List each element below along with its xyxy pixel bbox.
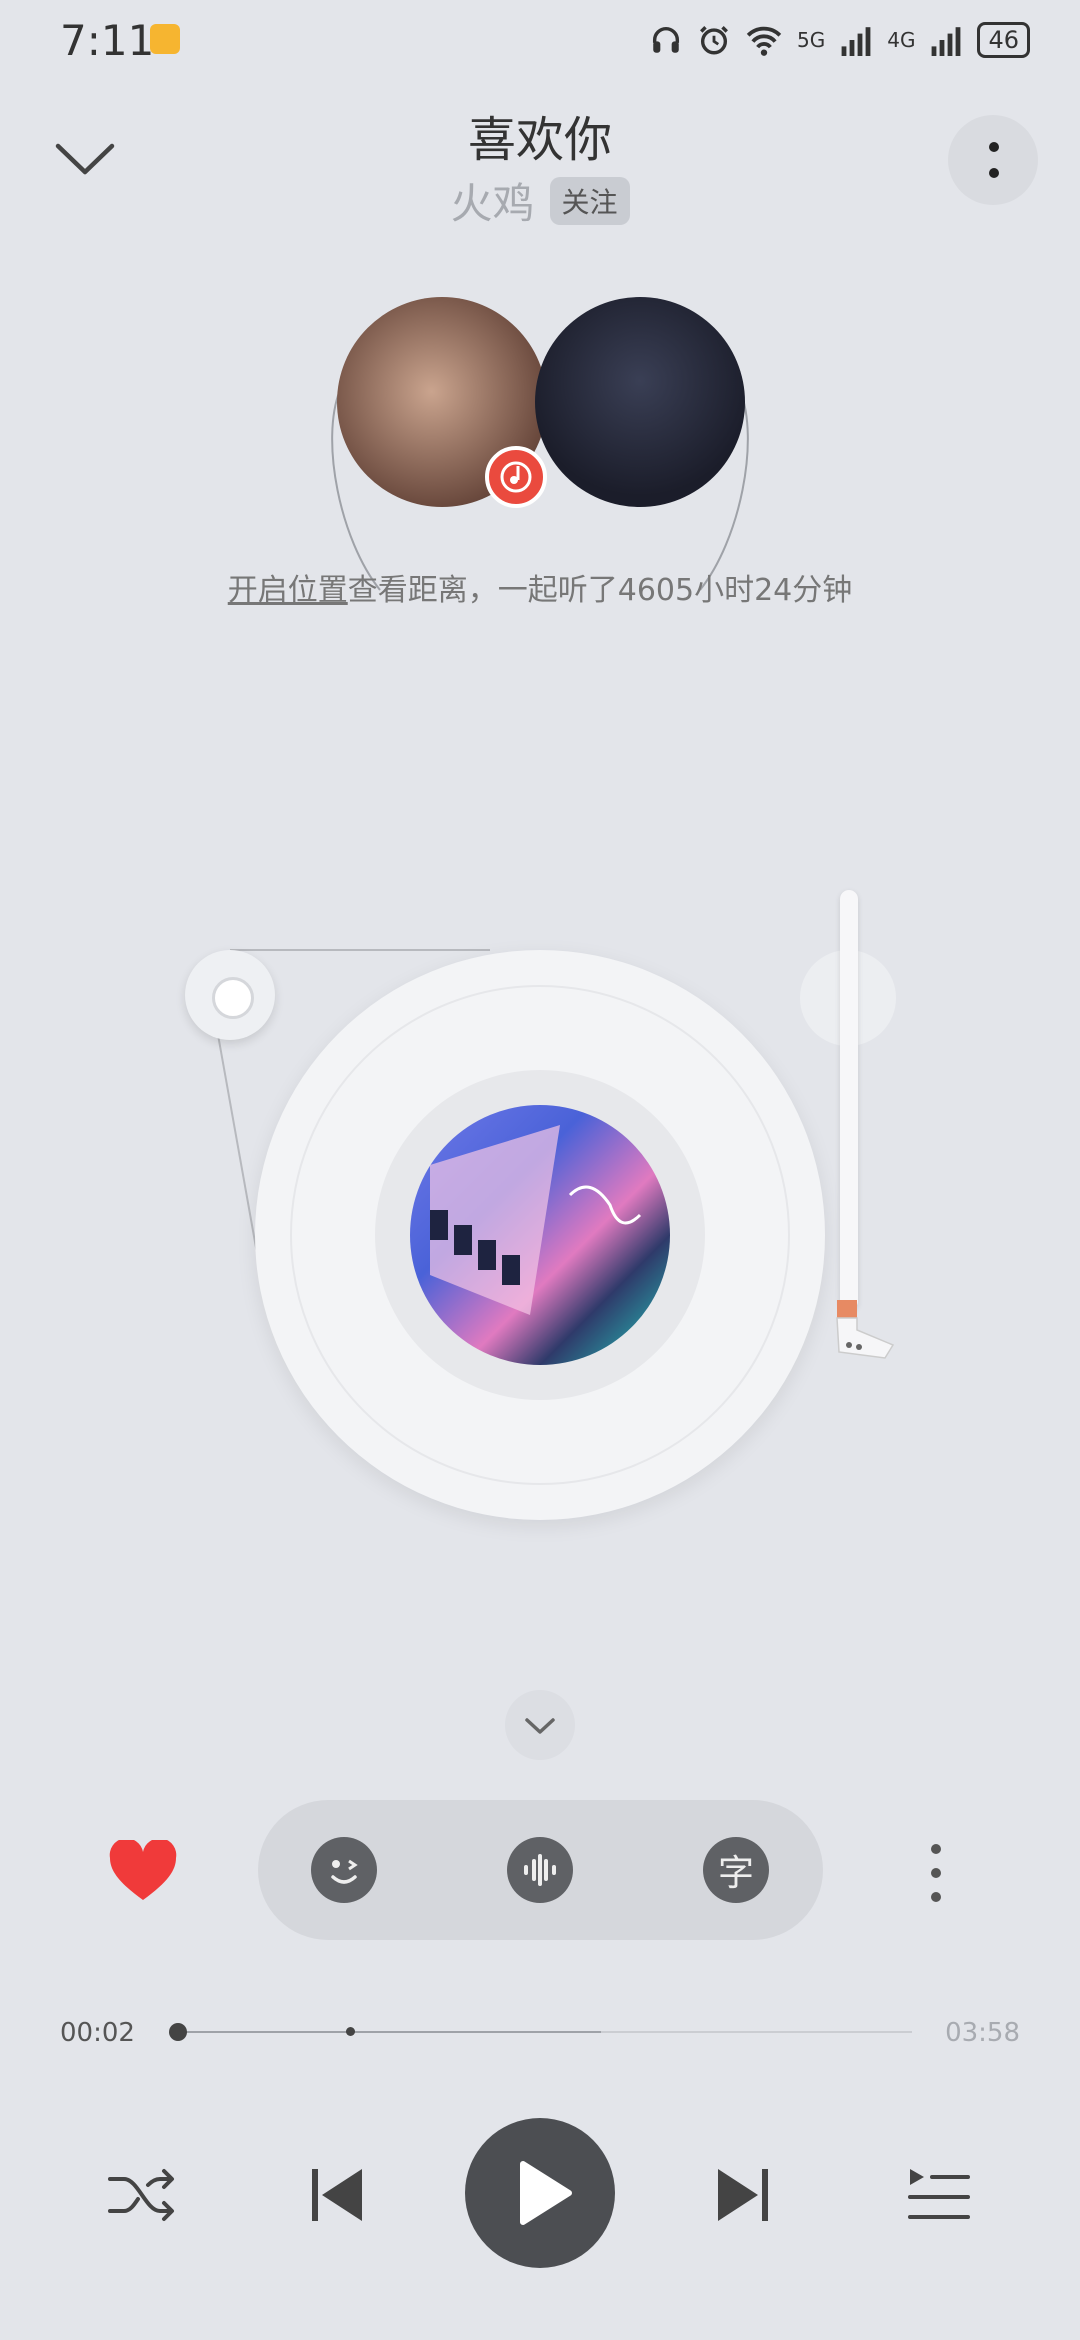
shuffle-icon[interactable] xyxy=(102,2155,182,2235)
signal-icon-2 xyxy=(932,27,961,56)
like-heart-icon[interactable] xyxy=(108,1840,178,1904)
signal-icon xyxy=(841,27,871,56)
headphones-icon xyxy=(652,27,680,53)
wifi-icon xyxy=(746,26,782,56)
emoji-face-button[interactable] xyxy=(311,1837,377,1903)
listen-duration-text: 查看距离，一起听了4605小时24分钟 xyxy=(347,573,853,608)
tonearm[interactable] xyxy=(840,890,858,1310)
alarm-icon xyxy=(700,26,728,55)
dot xyxy=(989,168,999,178)
artist-row: 火鸡 关注 xyxy=(0,170,1080,231)
dot xyxy=(931,1868,941,1878)
dot xyxy=(931,1892,941,1902)
play-button[interactable] xyxy=(465,2118,615,2268)
more-actions-button[interactable] xyxy=(926,1840,946,1906)
tonearm-head xyxy=(836,1300,895,1359)
previous-icon[interactable] xyxy=(298,2155,378,2235)
app-notification-icon xyxy=(150,24,180,54)
enable-location-link[interactable]: 开启位置 xyxy=(228,573,348,608)
progress-buffer xyxy=(172,2031,602,2033)
friend-avatar[interactable] xyxy=(535,297,745,507)
network-4g-label: 4G xyxy=(887,28,916,52)
next-icon[interactable] xyxy=(702,2155,782,2235)
progress-knob[interactable] xyxy=(168,2023,187,2041)
current-time: 00:02 xyxy=(60,2018,135,2048)
dot xyxy=(931,1844,941,1854)
listen-together-text: 开启位置查看距离，一起听了4605小时24分钟 xyxy=(0,565,1080,609)
expand-lyrics-button[interactable] xyxy=(505,1690,575,1760)
artist-name[interactable]: 火鸡 xyxy=(450,179,534,228)
dot xyxy=(989,142,999,152)
progress-marker xyxy=(345,2027,355,2036)
sound-effect-button[interactable] xyxy=(507,1837,573,1903)
music-note-icon xyxy=(485,446,547,508)
status-time: 7:11 xyxy=(60,16,155,65)
lyrics-button[interactable]: 字 xyxy=(703,1837,769,1903)
playlist-icon[interactable] xyxy=(898,2155,978,2235)
more-options-button[interactable] xyxy=(948,115,1038,205)
turntable-pivot-cap xyxy=(212,977,254,1019)
album-cover[interactable] xyxy=(410,1105,670,1365)
network-5g-label: 5G xyxy=(796,28,826,52)
song-title: 喜欢你 xyxy=(467,112,612,168)
total-time: 03:58 xyxy=(945,2018,1020,2048)
battery-icon: 46 xyxy=(977,22,1030,58)
status-icons: 5G 4G 46 xyxy=(649,18,1030,62)
follow-button[interactable]: 关注 xyxy=(549,176,630,225)
